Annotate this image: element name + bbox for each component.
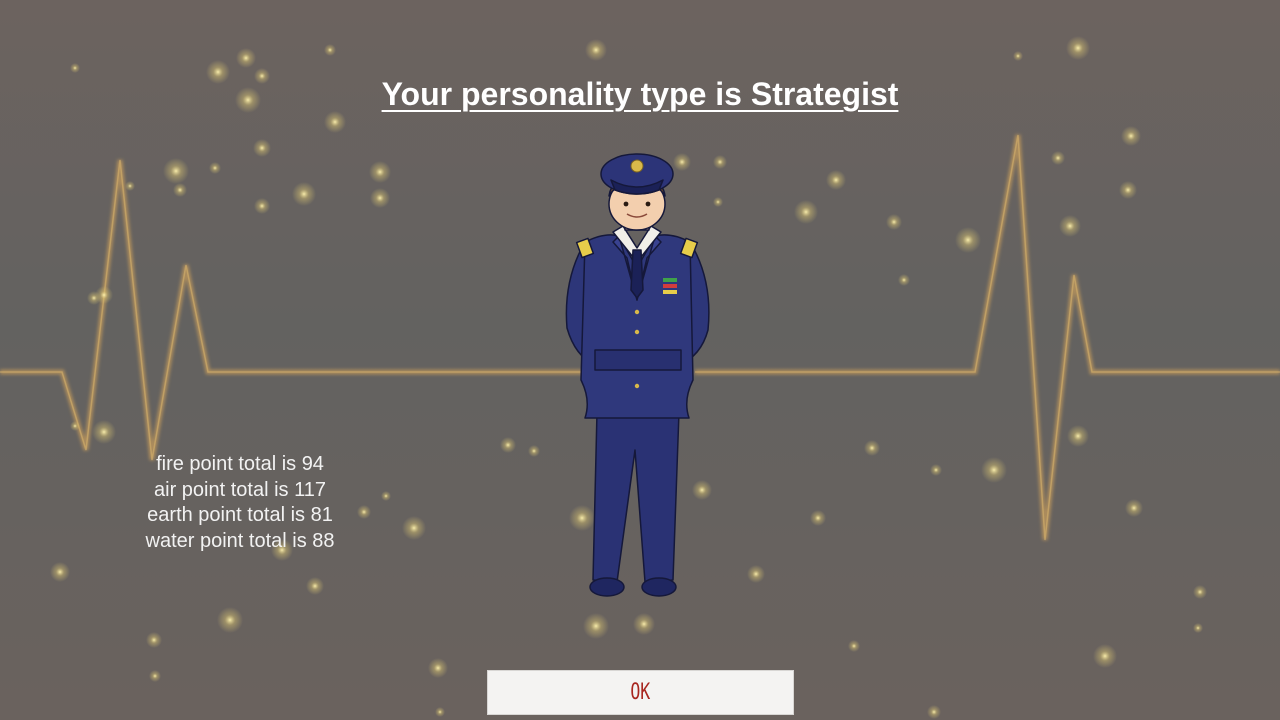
- water-stat: water point total is 88: [145, 529, 335, 552]
- sparkle-dot: [306, 577, 324, 595]
- sparkle-dot: [217, 607, 243, 633]
- sparkle-dot: [324, 111, 346, 133]
- sparkle-dot: [1067, 425, 1089, 447]
- sparkle-dot: [886, 214, 902, 230]
- earth-stat: earth point total is 81: [147, 504, 333, 526]
- sparkle-dot: [370, 188, 390, 208]
- air-stat: air point total is 117: [154, 478, 326, 501]
- sparkle-dot: [585, 39, 607, 61]
- sparkle-dot: [402, 516, 426, 540]
- sparkle-dot: [955, 227, 981, 253]
- sparkle-dot: [428, 658, 448, 678]
- sparkle-dot: [292, 182, 316, 206]
- sparkle-dot: [173, 183, 187, 197]
- sparkle-dot: [981, 457, 1007, 483]
- page-title: Your personality type is Strategist: [381, 76, 899, 112]
- sparkle-dot: [1119, 181, 1137, 199]
- sparkle-dot: [369, 161, 391, 183]
- sparkle-dot: [125, 181, 135, 191]
- sparkle-dot: [528, 445, 540, 457]
- sparkle-dot: [70, 421, 80, 431]
- sparkle-dot: [1093, 644, 1117, 668]
- sparkle-dot: [209, 162, 221, 174]
- sparkle-dot: [927, 705, 941, 719]
- sparkle-dot: [435, 707, 445, 717]
- sparkle-dot: [1013, 51, 1023, 61]
- sparkle-dot: [70, 63, 80, 73]
- sparkle-dot: [898, 274, 910, 286]
- sparkle-dot: [149, 670, 161, 682]
- sparkle-dot: [1121, 126, 1141, 146]
- sparkle-dot: [253, 139, 271, 157]
- fire-stat: fire point total is 94: [156, 453, 324, 475]
- sparkle-dot: [381, 491, 391, 501]
- sparkle-dot: [500, 437, 516, 453]
- sparkle-dot: [1193, 623, 1203, 633]
- sparkle-dot: [1193, 585, 1207, 599]
- sparkle-dot: [254, 198, 270, 214]
- sparkle-dot: [810, 510, 826, 526]
- strategist-officer-illustration: [565, 153, 710, 597]
- sparkle-dot: [826, 170, 846, 190]
- sparkle-dot: [864, 440, 880, 456]
- sparkle-dot: [1125, 499, 1143, 517]
- sparkle-dot: [50, 562, 70, 582]
- sparkle-dot: [92, 420, 116, 444]
- ok-button[interactable]: OK: [487, 670, 794, 715]
- sparkle-dot: [146, 632, 162, 648]
- sparkle-dot: [848, 640, 860, 652]
- sparkle-dot: [87, 291, 101, 305]
- sparkle-dot: [747, 565, 765, 583]
- element-stats: fire point total is 94 air point total i…: [110, 452, 370, 554]
- sparkle-dot: [1066, 36, 1090, 60]
- sparkle-dot: [163, 158, 189, 184]
- sparkle-dot: [930, 464, 942, 476]
- sparkle-dot: [583, 613, 609, 639]
- sparkle-dot: [633, 613, 655, 635]
- sparkle-dot: [1051, 151, 1065, 165]
- sparkle-dot: [236, 48, 256, 68]
- sparkle-dot: [1059, 215, 1081, 237]
- sparkle-dot: [324, 44, 336, 56]
- sparkle-dot: [794, 200, 818, 224]
